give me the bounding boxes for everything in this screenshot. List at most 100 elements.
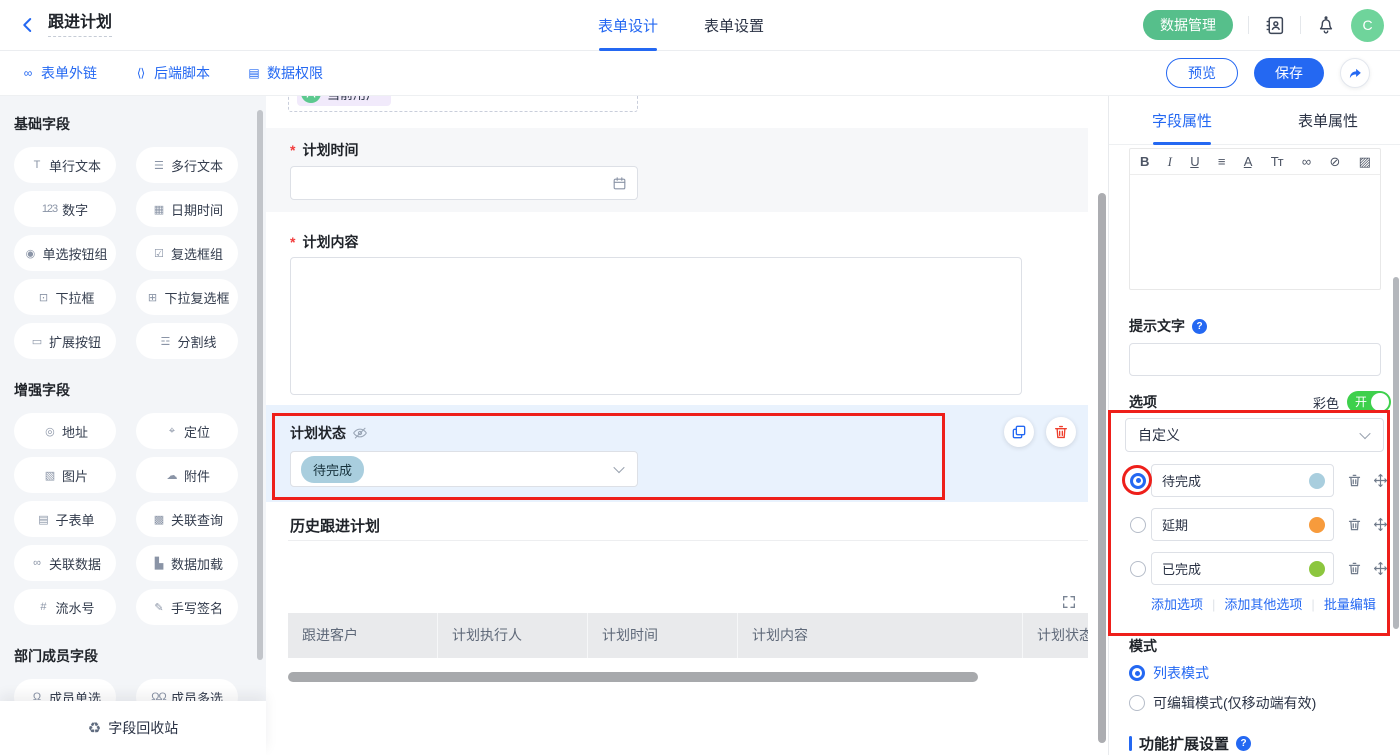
mode-option[interactable]: 可编辑模式(仅移动端有效) — [1129, 692, 1316, 714]
field-pill[interactable]: ▤ 子表单 — [14, 501, 116, 537]
field-pill[interactable]: ▙ 数据加载 — [136, 545, 238, 581]
field-library-sidebar: 基础字段 T 单行文本 ☰ 多行文本 123 数字 ▦ 日期时间 ◉ 单选按钮组 — [0, 96, 266, 755]
data-manage-button[interactable]: 数据管理 — [1143, 10, 1233, 40]
option-default-radio[interactable] — [1130, 517, 1146, 533]
image-icon[interactable]: ▨ — [1359, 154, 1370, 170]
option-text-input[interactable]: 已完成 — [1151, 552, 1334, 585]
panel-tab[interactable]: 表单属性 — [1255, 96, 1400, 144]
field-pill[interactable]: ▧ 图片 — [14, 457, 116, 493]
user-avatar[interactable]: C — [1351, 9, 1384, 42]
canvas-scrollbar[interactable] — [1098, 193, 1106, 743]
align-icon[interactable]: ≡ — [1218, 154, 1225, 169]
option-text-input[interactable]: 延期 — [1151, 508, 1334, 541]
drag-handle-icon[interactable] — [1373, 561, 1388, 576]
plan-status-select[interactable]: 待完成 — [290, 451, 638, 487]
field-pill[interactable]: ☲ 分割线 — [136, 323, 238, 359]
field-pill[interactable]: ▩ 关联查询 — [136, 501, 238, 537]
datetime-icon: ▦ — [151, 203, 166, 216]
field-pill[interactable]: ◎ 地址 — [14, 413, 116, 449]
unlink-icon[interactable]: ⊘ — [1329, 154, 1339, 170]
header-tab[interactable]: 表单设计 — [598, 0, 658, 51]
section-title-members: 部门成员字段 — [14, 646, 252, 666]
properties-panel: 字段属性表单属性 BIU≡ATт∞⊘▨ 提示文字 ? 选项 彩色 开 自定义 — [1108, 96, 1400, 755]
drag-handle-icon[interactable] — [1373, 473, 1388, 488]
option-default-radio[interactable] — [1130, 473, 1146, 489]
plan-time-field[interactable]: * 计划时间 — [266, 128, 1088, 212]
back-icon[interactable] — [16, 13, 40, 37]
field-pill[interactable]: T 单行文本 — [14, 147, 116, 183]
panel-tab[interactable]: 字段属性 — [1109, 96, 1255, 144]
preview-button[interactable]: 预览 — [1166, 58, 1238, 88]
plan-content-textarea[interactable] — [290, 257, 1022, 395]
recycle-icon: ♻ — [88, 719, 101, 737]
color-toggle[interactable]: 开 — [1347, 391, 1391, 413]
help-icon[interactable]: ? — [1236, 736, 1251, 751]
field-pill[interactable]: # 流水号 — [14, 589, 116, 625]
plan-content-field-label: *计划内容 — [290, 232, 358, 252]
attachment-icon: ☁ — [164, 469, 179, 482]
field-pill[interactable]: ▭ 扩展按钮 — [14, 323, 116, 359]
contacts-book-icon[interactable] — [1264, 15, 1285, 36]
toolbar-link[interactable]: ∞ 表单外链 — [20, 63, 97, 83]
help-icon[interactable]: ? — [1192, 319, 1207, 334]
duplicate-field-button[interactable] — [1004, 417, 1034, 447]
font-size-icon[interactable]: Tт — [1271, 154, 1283, 169]
divider — [288, 540, 1088, 541]
mode-radio[interactable] — [1129, 695, 1145, 711]
delete-option-icon[interactable] — [1347, 473, 1362, 488]
field-pill[interactable]: ◉ 单选按钮组 — [14, 235, 116, 271]
field-pill[interactable]: ▦ 日期时间 — [136, 191, 238, 227]
expand-icon[interactable] — [1061, 594, 1077, 610]
option-action-link[interactable]: 批量编辑 — [1324, 597, 1376, 612]
field-pill[interactable]: 123 数字 — [14, 191, 116, 227]
underline-icon[interactable]: U — [1190, 154, 1198, 169]
sidebar-scrollbar[interactable] — [257, 110, 263, 660]
field-pill[interactable]: ⌖ 定位 — [136, 413, 238, 449]
label-rich-text-editor[interactable]: B I U ≡ A Tт ∞ ⊘ ▨ — [1129, 148, 1381, 290]
save-button[interactable]: 保存 — [1254, 58, 1324, 88]
section-title-enhanced: 增强字段 — [14, 380, 252, 400]
italic-icon[interactable]: I — [1168, 154, 1171, 170]
current-user-field[interactable]: 当前用户 — [288, 96, 638, 112]
notification-bell-icon[interactable] — [1316, 15, 1336, 35]
mode-option[interactable]: 列表模式 — [1129, 662, 1316, 684]
bold-icon[interactable]: B — [1140, 154, 1148, 169]
option-type-select[interactable]: 自定义 — [1125, 418, 1384, 452]
link-icon[interactable]: ∞ — [1302, 154, 1310, 169]
option-text-input[interactable]: 待完成 — [1151, 464, 1334, 497]
panel-scrollbar[interactable] — [1393, 277, 1399, 629]
header-tab[interactable]: 表单设置 — [704, 0, 764, 51]
option-action-link[interactable]: 添加选项 — [1151, 597, 1203, 612]
toolbar-link[interactable]: ▤ 数据权限 — [246, 63, 323, 83]
option-action-link[interactable]: 添加其他选项 — [1224, 597, 1302, 612]
delete-field-button[interactable] — [1046, 417, 1076, 447]
mode-radio[interactable] — [1129, 665, 1145, 681]
share-button[interactable] — [1340, 58, 1370, 88]
field-pill[interactable]: ✎ 手写签名 — [136, 589, 238, 625]
hint-text-input[interactable] — [1129, 343, 1381, 376]
delete-option-icon[interactable] — [1347, 561, 1362, 576]
related-query-icon: ▩ — [151, 513, 166, 526]
external-link-icon: ∞ — [20, 66, 35, 80]
data-load-icon: ▙ — [151, 557, 166, 570]
option-color-dot[interactable] — [1309, 517, 1325, 533]
field-pill[interactable]: ☰ 多行文本 — [136, 147, 238, 183]
plan-status-field[interactable]: 计划状态 待完成 — [266, 405, 1088, 502]
toolbar-link[interactable]: ⟨⟩ 后端脚本 — [133, 63, 210, 83]
delete-option-icon[interactable] — [1347, 517, 1362, 532]
field-recycle-bin[interactable]: ♻ 字段回收站 — [0, 701, 266, 755]
table-horizontal-scrollbar[interactable] — [288, 672, 978, 682]
font-color-icon[interactable]: A — [1244, 154, 1252, 169]
drag-handle-icon[interactable] — [1373, 517, 1388, 532]
required-asterisk: * — [290, 142, 295, 158]
option-color-dot[interactable] — [1309, 561, 1325, 577]
field-pill[interactable]: ☑ 复选框组 — [136, 235, 238, 271]
field-pill[interactable]: ∞ 关联数据 — [14, 545, 116, 581]
field-pill[interactable]: ☁ 附件 — [136, 457, 238, 493]
field-pill[interactable]: ⊞ 下拉复选框 — [136, 279, 238, 315]
option-default-radio[interactable] — [1130, 561, 1146, 577]
plan-time-input[interactable] — [290, 166, 638, 200]
option-color-dot[interactable] — [1309, 473, 1325, 489]
plan-time-label: 计划时间 — [302, 140, 358, 160]
field-pill[interactable]: ⊡ 下拉框 — [14, 279, 116, 315]
